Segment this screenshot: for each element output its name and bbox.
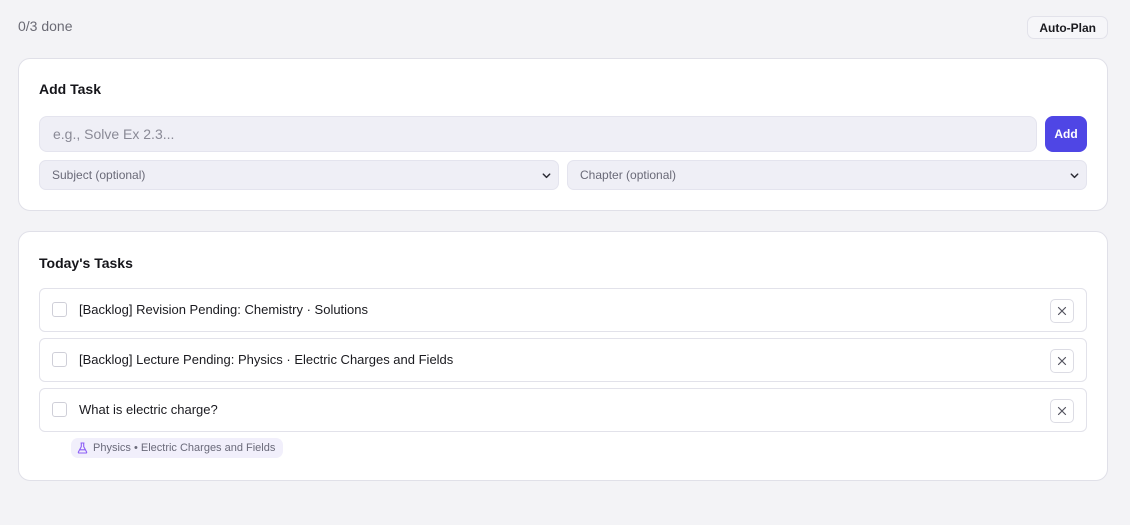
task-text: [Backlog] Lecture Pending: Physics · Ele… (79, 352, 454, 367)
task-row: What is electric charge? (39, 388, 1087, 432)
add-task-card: Add Task e.g., Solve Ex 2.3... Add Subje… (18, 58, 1108, 211)
delete-task-button[interactable] (1050, 399, 1074, 423)
auto-plan-button[interactable]: Auto-Plan (1027, 16, 1108, 39)
task-checkbox[interactable] (52, 402, 67, 417)
add-task-button[interactable]: Add (1045, 116, 1087, 152)
add-task-title: Add Task (39, 81, 101, 97)
page: 0/3 done Auto-Plan Add Task e.g., Solve … (0, 0, 1130, 525)
delete-task-button[interactable] (1050, 349, 1074, 373)
chapter-select[interactable]: Chapter (optional) (567, 160, 1087, 190)
close-icon (1057, 306, 1067, 316)
subject-select-value: Subject (optional) (52, 168, 146, 182)
task-input-placeholder: e.g., Solve Ex 2.3... (53, 126, 175, 142)
flask-icon (77, 442, 88, 454)
task-input[interactable]: e.g., Solve Ex 2.3... (39, 116, 1037, 152)
todays-tasks-title: Today's Tasks (39, 255, 133, 271)
top-bar: 0/3 done Auto-Plan (18, 16, 1108, 40)
delete-task-button[interactable] (1050, 299, 1074, 323)
chevron-down-icon (1070, 173, 1079, 179)
subject-select[interactable]: Subject (optional) (39, 160, 559, 190)
todays-tasks-card: Today's Tasks [Backlog] Revision Pending… (18, 231, 1108, 481)
task-row: [Backlog] Revision Pending: Chemistry · … (39, 288, 1087, 332)
chapter-select-value: Chapter (optional) (580, 168, 677, 182)
task-checkbox[interactable] (52, 302, 67, 317)
close-icon (1057, 356, 1067, 366)
task-text: [Backlog] Revision Pending: Chemistry · … (79, 302, 369, 317)
chevron-down-icon (542, 173, 551, 179)
task-row: [Backlog] Lecture Pending: Physics · Ele… (39, 338, 1087, 382)
task-subject-tag: Physics • Electric Charges and Fields (71, 438, 284, 458)
task-text: What is electric charge? (79, 402, 218, 417)
progress-counter: 0/3 done (18, 18, 73, 34)
task-subject-tag-label: Physics • Electric Charges and Fields (93, 442, 276, 454)
task-checkbox[interactable] (52, 352, 67, 367)
close-icon (1057, 406, 1067, 416)
